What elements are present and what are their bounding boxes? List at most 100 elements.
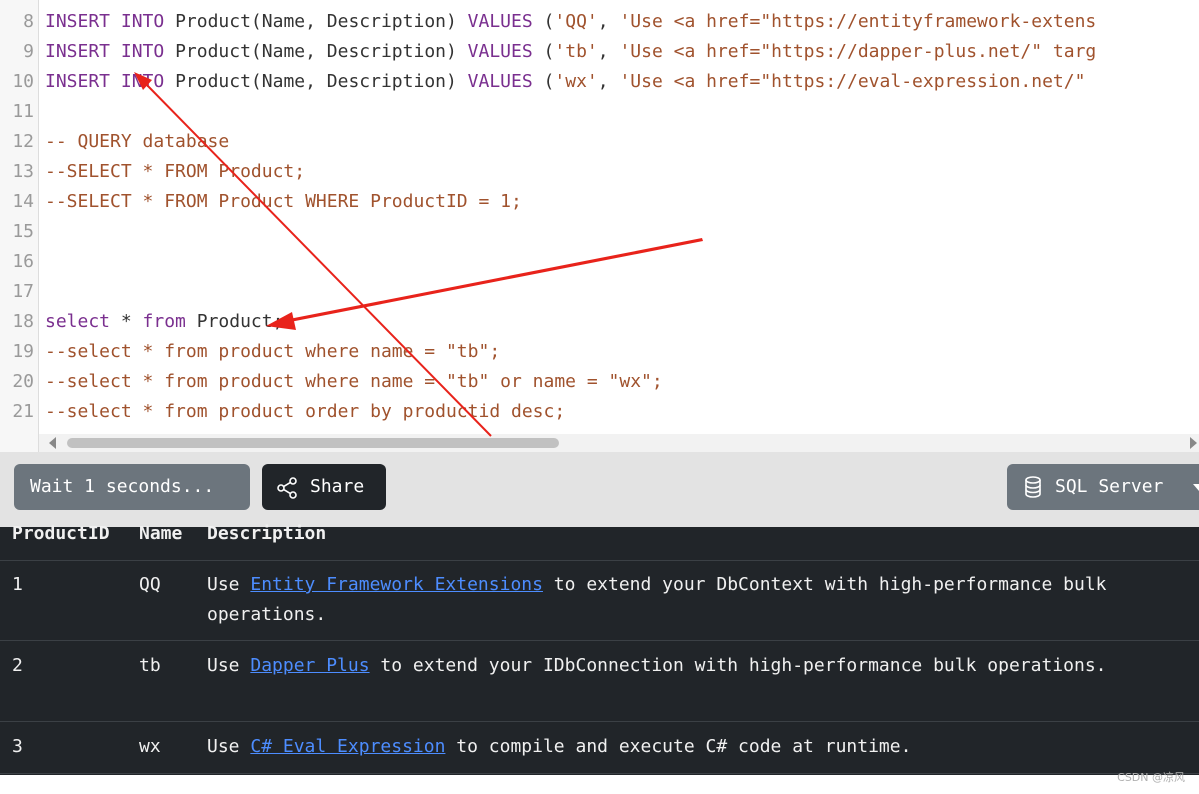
- code-token: INSERT: [45, 71, 111, 92]
- table-divider: [0, 721, 1199, 722]
- line-number: 16: [12, 251, 34, 272]
- horizontal-scrollbar[interactable]: [39, 434, 1199, 452]
- code-token: Product;: [185, 311, 284, 332]
- cell-name: wx: [139, 736, 161, 757]
- cell-productid: 1: [12, 574, 23, 595]
- cell-name: QQ: [139, 574, 161, 595]
- code-text: --SELECT * FROM Product;: [45, 157, 305, 187]
- share-label: Share: [310, 476, 365, 497]
- code-token: VALUES: [467, 11, 533, 32]
- code-token: (: [532, 11, 555, 32]
- line-number: 14: [12, 191, 34, 212]
- cell-productid: 3: [12, 736, 23, 757]
- code-text: INSERT INTO Product(Name, Description) V…: [45, 67, 1096, 97]
- dapper-plus-link[interactable]: Dapper Plus: [250, 655, 369, 676]
- cell-description: Use C# Eval Expression to compile and ex…: [207, 732, 1177, 762]
- line-number: 11: [12, 101, 34, 122]
- line-number: 10: [12, 71, 34, 92]
- share-button[interactable]: Share: [262, 464, 386, 510]
- cell-name: tb: [139, 655, 161, 676]
- line-number: 17: [12, 281, 34, 302]
- code-token: -- QUERY database: [45, 131, 230, 152]
- line-number: 13: [12, 161, 34, 182]
- column-header-name: Name: [139, 523, 183, 544]
- code-text: INSERT INTO Product(Name, Description) V…: [45, 37, 1096, 67]
- table-divider: [0, 560, 1199, 561]
- table-divider: [0, 640, 1199, 641]
- line-number: 12: [12, 131, 34, 152]
- code-text: --select * from product where name = "tb…: [45, 367, 663, 397]
- line-number-gutter: 8 9 10 11 12 13 14 15 16 17 18 19 20 21: [0, 0, 39, 452]
- code-token: (: [532, 71, 555, 92]
- line-number: 20: [12, 371, 34, 392]
- code-token: 'Use <a href="https://entityframework-ex…: [619, 11, 1097, 32]
- line-number: 21: [12, 401, 34, 422]
- description-text: to compile and execute C# code at runtim…: [445, 736, 912, 757]
- scrollbar-thumb[interactable]: [67, 438, 559, 448]
- code-token: 'tb': [554, 41, 598, 62]
- code-token: ,: [597, 11, 620, 32]
- table-divider: [0, 773, 1199, 774]
- code-token: Product(Name, Description): [164, 11, 468, 32]
- description-text: Use: [207, 655, 251, 676]
- line-number: 15: [12, 221, 34, 242]
- chevron-down-icon: [1193, 484, 1199, 491]
- results-table: ProductID Name Description 1 QQ Use Enti…: [0, 523, 1199, 775]
- scroll-right-arrow-icon[interactable]: [1190, 437, 1197, 449]
- code-token: INTO: [120, 41, 165, 62]
- entity-framework-extensions-link[interactable]: Entity Framework Extensions: [250, 574, 543, 595]
- code-token: *: [110, 311, 143, 332]
- code-token: INTO: [120, 71, 165, 92]
- code-token: --SELECT * FROM Product WHERE ProductID …: [45, 191, 522, 212]
- description-text: Use: [207, 736, 251, 757]
- code-text: --SELECT * FROM Product WHERE ProductID …: [45, 187, 522, 217]
- line-number: 9: [23, 41, 34, 62]
- code-token: --select * from product order by product…: [45, 401, 566, 422]
- code-token: 'Use <a href="https://dapper-plus.net/" …: [619, 41, 1097, 62]
- run-wait-button[interactable]: Wait 1 seconds...: [14, 464, 250, 510]
- code-token: ,: [597, 71, 620, 92]
- code-token: (: [532, 41, 555, 62]
- code-token: select: [45, 311, 111, 332]
- code-token: --SELECT * FROM Product;: [45, 161, 306, 182]
- toolbar: Wait 1 seconds... Share SQL Server: [0, 452, 1199, 527]
- code-token: INSERT: [45, 41, 111, 62]
- code-token: 'Use <a href="https://eval-expression.ne…: [619, 71, 1097, 92]
- code-token: Product(Name, Description): [164, 71, 468, 92]
- description-text: Use: [207, 574, 251, 595]
- database-icon: [1025, 476, 1041, 498]
- code-editor[interactable]: 8 9 10 11 12 13 14 15 16 17 18 19 20 21 INSERT INTO P…: [0, 0, 1199, 452]
- code-area[interactable]: INSERT INTO Product(Name, Description) V…: [39, 0, 1199, 434]
- code-token: INSERT: [45, 11, 111, 32]
- code-token: --select * from product where name = "tb…: [45, 341, 501, 362]
- scroll-left-arrow-icon[interactable]: [49, 437, 56, 449]
- cell-description: Use Entity Framework Extensions to exten…: [207, 570, 1177, 630]
- database-select-button[interactable]: SQL Server: [1007, 464, 1199, 510]
- code-text: -- QUERY database: [45, 127, 229, 157]
- line-number: 8: [23, 11, 34, 32]
- code-token: from: [142, 311, 186, 332]
- database-label: SQL Server: [1055, 476, 1164, 497]
- description-text: to extend your IDbConnection with high-p…: [369, 655, 1107, 676]
- code-token: VALUES: [467, 71, 533, 92]
- line-number: 18: [12, 311, 34, 332]
- code-token: INTO: [120, 11, 165, 32]
- code-text: select * from Product;: [45, 307, 283, 337]
- cell-description: Use Dapper Plus to extend your IDbConnec…: [207, 651, 1177, 681]
- watermark: CSDN @凉风: [1117, 771, 1185, 784]
- cell-productid: 2: [12, 655, 23, 676]
- csharp-eval-expression-link[interactable]: C# Eval Expression: [250, 736, 445, 757]
- share-icon: [277, 477, 297, 499]
- line-number: 19: [12, 341, 34, 362]
- column-header-description: Description: [207, 523, 327, 544]
- code-token: --select * from product where name = "tb…: [45, 371, 663, 392]
- column-header-productid: ProductID: [12, 523, 110, 544]
- code-text: --select * from product where name = "tb…: [45, 337, 500, 367]
- code-text: --select * from product order by product…: [45, 397, 565, 427]
- code-token: ,: [597, 41, 620, 62]
- code-token: VALUES: [467, 41, 533, 62]
- code-token: Product(Name, Description): [164, 41, 468, 62]
